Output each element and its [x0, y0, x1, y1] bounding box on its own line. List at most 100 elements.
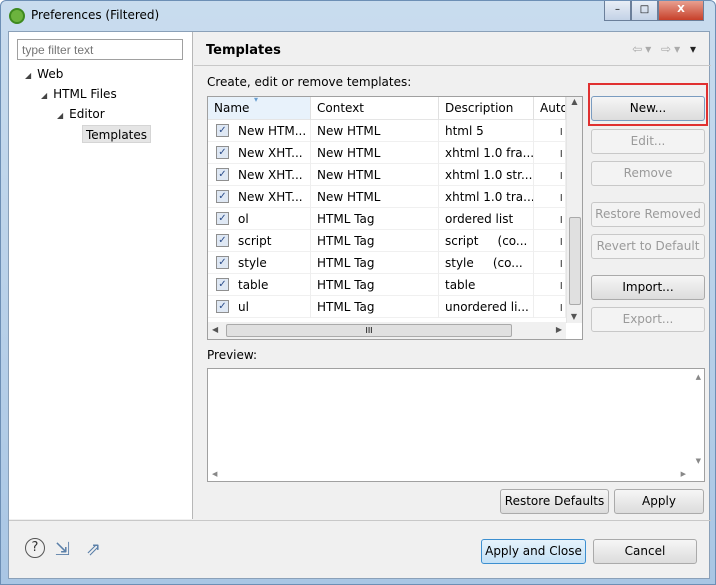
forward-arrow-icon[interactable]: ⇨: [661, 42, 674, 56]
maximize-button[interactable]: □: [631, 1, 658, 21]
context-cell: New HTML: [311, 142, 439, 164]
context-cell: HTML Tag: [311, 208, 439, 230]
scroll-down-icon: ▼: [695, 457, 701, 465]
enabled-checkbox[interactable]: ✓: [216, 168, 229, 181]
import-preferences-icon[interactable]: ⇲: [55, 539, 70, 560]
context-cell: New HTML: [311, 186, 439, 208]
cancel-button[interactable]: Cancel: [593, 539, 697, 564]
templates-label: Create, edit or remove templates:: [207, 75, 412, 89]
scroll-right-icon: ▶: [555, 325, 562, 334]
table-row[interactable]: ✓ style HTML Tag style (co... ı: [208, 252, 566, 274]
tree-item-editor[interactable]: ◢ Editor: [57, 105, 105, 123]
scroll-thumb[interactable]: [569, 217, 581, 305]
description-cell: xhtml 1.0 fra...: [439, 142, 534, 164]
auto-insert-cell: ı: [534, 186, 566, 208]
export-button[interactable]: Export...: [591, 307, 705, 332]
revert-to-default-button[interactable]: Revert to Default: [591, 234, 705, 259]
scroll-right-icon: ▶: [680, 470, 686, 478]
back-arrow-icon[interactable]: ⇦: [632, 42, 645, 56]
auto-insert-cell: ı: [534, 296, 566, 318]
window-title: Preferences (Filtered): [31, 8, 160, 22]
expand-icon[interactable]: ◢: [57, 111, 63, 120]
restore-removed-button[interactable]: Restore Removed: [591, 202, 705, 227]
sort-icon: ▾: [254, 96, 259, 104]
description-cell: html 5: [439, 120, 534, 142]
remove-button[interactable]: Remove: [591, 161, 705, 186]
name-cell: ✓ New XHT...: [208, 186, 311, 208]
auto-insert-cell: ı: [534, 274, 566, 296]
scroll-up-icon: ▲: [571, 97, 578, 106]
scroll-thumb[interactable]: III: [226, 324, 512, 337]
context-cell: New HTML: [311, 164, 439, 186]
table-row[interactable]: ✓ New HTM... New HTML html 5 ı: [208, 120, 566, 142]
name-cell: ✓ New XHT...: [208, 142, 311, 164]
table-row[interactable]: ✓ script HTML Tag script (co... ı: [208, 230, 566, 252]
new-button[interactable]: New...: [591, 96, 705, 121]
name-cell: ✓ ol: [208, 208, 311, 230]
auto-insert-cell: ı: [534, 252, 566, 274]
enabled-checkbox[interactable]: ✓: [216, 124, 229, 137]
app-icon: [9, 8, 25, 24]
scroll-up-icon: ▲: [695, 373, 701, 381]
export-preferences-icon[interactable]: ⇗: [86, 539, 101, 560]
name-cell: ✓ ul: [208, 296, 311, 318]
restore-defaults-button[interactable]: Restore Defaults: [500, 489, 609, 514]
table-row[interactable]: ✓ table HTML Tag table ı: [208, 274, 566, 296]
tree-item-web[interactable]: ◢ Web: [25, 65, 63, 83]
filter-input[interactable]: [17, 39, 183, 60]
sidebar: ◢Web ◢HTML Files ◢Editor Templates: [9, 32, 193, 519]
auto-insert-cell: ı: [534, 164, 566, 186]
name-cell: ✓ New XHT...: [208, 164, 311, 186]
import-button[interactable]: Import...: [591, 275, 705, 300]
enabled-checkbox[interactable]: ✓: [216, 300, 229, 313]
dialog-footer: ? ⇲ ⇗ Apply and Close Cancel: [9, 520, 711, 580]
auto-insert-cell: ı: [534, 120, 566, 142]
tree-item-html-files[interactable]: ◢ HTML Files: [41, 85, 117, 103]
minimize-button[interactable]: –: [604, 1, 631, 21]
description-cell: ordered list: [439, 208, 534, 230]
description-cell: unordered li...: [439, 296, 534, 318]
name-cell: ✓ table: [208, 274, 311, 296]
tree-item-templates[interactable]: Templates: [82, 125, 152, 143]
apply-and-close-button[interactable]: Apply and Close: [481, 539, 586, 564]
column-header-auto[interactable]: Auto: [534, 97, 566, 120]
context-cell: HTML Tag: [311, 230, 439, 252]
edit-button[interactable]: Edit...: [591, 129, 705, 154]
dialog-client: ◢Web ◢HTML Files ◢Editor Templates Templ…: [8, 31, 711, 580]
horizontal-scrollbar[interactable]: ◀ III ▶: [208, 322, 566, 339]
expand-icon[interactable]: ◢: [25, 71, 31, 80]
table-row[interactable]: ✓ New XHT... New HTML xhtml 1.0 str... ı: [208, 164, 566, 186]
description-cell: xhtml 1.0 str...: [439, 164, 534, 186]
view-menu-icon[interactable]: ▾: [690, 42, 699, 56]
table-row[interactable]: ✓ ol HTML Tag ordered list ı: [208, 208, 566, 230]
apply-button[interactable]: Apply: [614, 489, 704, 514]
context-cell: HTML Tag: [311, 252, 439, 274]
enabled-checkbox[interactable]: ✓: [216, 234, 229, 247]
close-button[interactable]: X: [658, 1, 704, 21]
description-cell: table: [439, 274, 534, 296]
scroll-down-icon: ▼: [570, 312, 578, 321]
back-menu-icon[interactable]: ▾: [645, 42, 654, 56]
expand-icon[interactable]: ◢: [41, 91, 47, 100]
enabled-checkbox[interactable]: ✓: [216, 278, 229, 291]
name-cell: ✓ style: [208, 252, 311, 274]
column-header-context[interactable]: Context: [311, 97, 439, 120]
vertical-scrollbar[interactable]: ▲ ▼: [566, 97, 582, 323]
table-row[interactable]: ✓ New XHT... New HTML xhtml 1.0 tra... ı: [208, 186, 566, 208]
column-header-name[interactable]: Name ▾: [208, 97, 311, 120]
enabled-checkbox[interactable]: ✓: [216, 256, 229, 269]
name-cell: ✓ script: [208, 230, 311, 252]
enabled-checkbox[interactable]: ✓: [216, 190, 229, 203]
scroll-left-icon: ◀: [212, 470, 218, 478]
context-cell: HTML Tag: [311, 296, 439, 318]
scroll-left-icon: ◀: [212, 325, 219, 334]
help-icon[interactable]: ?: [25, 538, 45, 558]
table-row[interactable]: ✓ ul HTML Tag unordered li... ı: [208, 296, 566, 318]
forward-menu-icon[interactable]: ▾: [674, 42, 683, 56]
enabled-checkbox[interactable]: ✓: [216, 212, 229, 225]
table-row[interactable]: ✓ New XHT... New HTML xhtml 1.0 fra... ı: [208, 142, 566, 164]
preview-area[interactable]: ▲ ◀ ▶ ▼: [207, 368, 705, 482]
enabled-checkbox[interactable]: ✓: [216, 146, 229, 159]
page-header: Templates ⇦▾ ⇨▾ ▾: [194, 32, 711, 66]
column-header-description[interactable]: Description: [439, 97, 534, 120]
